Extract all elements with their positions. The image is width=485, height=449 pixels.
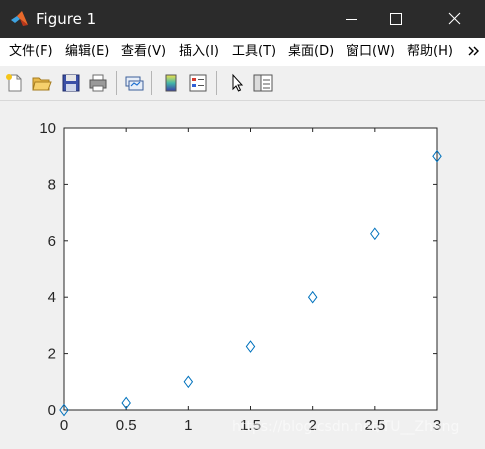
maximize-icon (390, 13, 402, 25)
edit-plot-cursor-icon (232, 73, 244, 92)
maximize-button[interactable] (369, 0, 423, 38)
save-icon (62, 74, 80, 92)
menu-bar: 文件(F) 编辑(E) 查看(V) 插入(I) 工具(T) 桌面(D) 窗口(W… (0, 38, 485, 66)
scatter-plot: 0 0.5 1 1.5 2 2.5 3 0 2 4 6 8 10 (39, 120, 442, 434)
print-button[interactable] (87, 72, 109, 94)
y-tick-label: 4 (48, 289, 56, 306)
close-icon (448, 12, 461, 25)
menu-tools[interactable]: 工具(T) (232, 44, 276, 60)
x-tick-label: 0 (60, 417, 68, 434)
close-button[interactable] (427, 0, 481, 38)
toolbar-separator (151, 71, 152, 95)
print-icon (89, 74, 107, 92)
toolbar-separator (116, 71, 117, 95)
chevron-double-right-icon[interactable] (467, 43, 481, 59)
y-tick-label: 8 (48, 176, 56, 193)
insert-colorbar-button[interactable] (160, 72, 182, 94)
menu-view[interactable]: 查看(V) (121, 44, 166, 60)
new-figure-icon (6, 74, 22, 92)
window-title: Figure 1 (36, 10, 97, 28)
figure-canvas[interactable]: 0 0.5 1 1.5 2 2.5 3 0 2 4 6 8 10 (0, 101, 485, 449)
y-tick-label: 6 (48, 233, 56, 250)
menu-help[interactable]: 帮助(H) (407, 44, 453, 60)
x-tick-label: 2.5 (364, 417, 385, 434)
matlab-logo-icon (11, 11, 28, 26)
link-plot-button[interactable] (123, 72, 145, 94)
y-tick-label: 2 (48, 346, 56, 363)
menu-desktop[interactable]: 桌面(D) (288, 44, 334, 60)
menu-file[interactable]: 文件(F) (9, 44, 53, 60)
menu-window[interactable]: 窗口(W) (346, 44, 395, 60)
open-file-icon (32, 77, 52, 91)
menu-edit[interactable]: 编辑(E) (65, 44, 109, 60)
menu-insert[interactable]: 插入(I) (179, 44, 219, 60)
x-tick-label: 2 (308, 417, 316, 434)
x-tick-label: 0.5 (116, 417, 137, 434)
new-figure-button[interactable] (4, 72, 26, 94)
property-inspector-button[interactable] (252, 72, 274, 94)
open-file-button[interactable] (31, 72, 53, 94)
save-button[interactable] (60, 72, 82, 94)
x-tick-label: 3 (433, 417, 441, 434)
property-inspector-icon (253, 74, 273, 92)
axes-box (63, 127, 438, 411)
edit-plot-button[interactable] (226, 72, 248, 94)
insert-legend-icon (189, 74, 207, 92)
x-tick-label: 1 (184, 417, 192, 434)
y-tick-label: 0 (48, 402, 56, 419)
x-tick-label: 1.5 (240, 417, 261, 434)
insert-legend-button[interactable] (187, 72, 209, 94)
insert-colorbar-icon (165, 74, 177, 92)
link-plot-icon (125, 76, 144, 91)
toolbar-separator (216, 71, 217, 95)
y-tick-label: 10 (39, 120, 56, 137)
figure-window: Figure 1 文件(F) 编辑(E) 查看(V) 插入(I) 工具(T) 桌… (0, 0, 485, 449)
title-bar[interactable]: Figure 1 (0, 0, 485, 38)
toolbar (0, 66, 485, 101)
